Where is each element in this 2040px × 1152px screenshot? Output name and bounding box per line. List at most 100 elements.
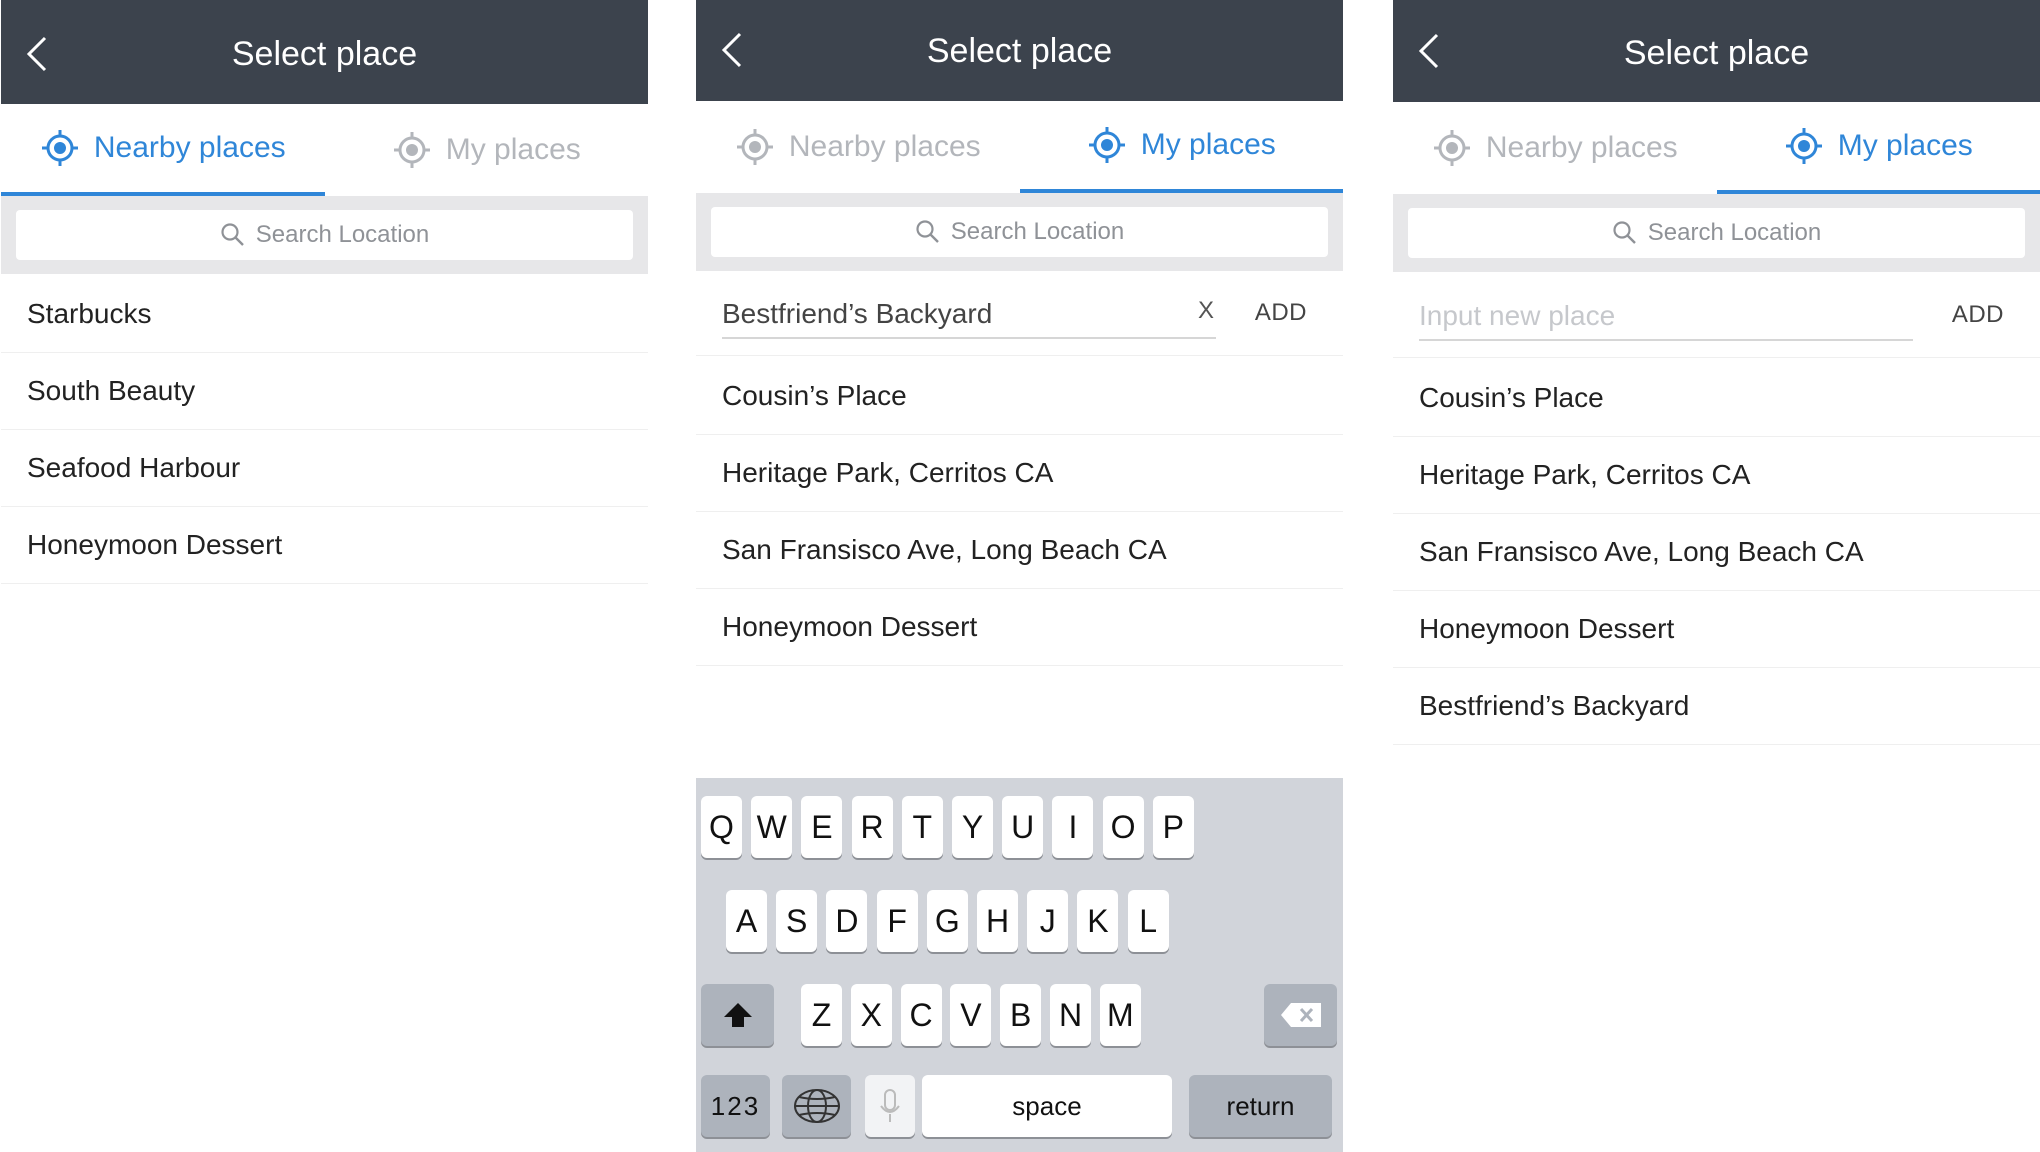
key-t[interactable]: T [901, 796, 943, 858]
search-placeholder: Search Location [1647, 219, 1822, 246]
tab-my-places[interactable]: My places [1716, 102, 2040, 194]
search-placeholder: Search Location [255, 221, 430, 248]
new-place-input[interactable] [1419, 293, 1913, 341]
list-item[interactable]: Bestfriend’s Backyard [1393, 668, 2040, 745]
key-c[interactable]: C [900, 984, 942, 1046]
screen-my-places: Select place Nearby places My places Sea… [1393, 0, 2040, 1152]
list-item[interactable]: Heritage Park, Cerritos CA [1393, 437, 2040, 514]
header: Select place [696, 0, 1343, 101]
key-w[interactable]: W [751, 796, 793, 858]
page-title: Select place [231, 35, 418, 73]
key-y[interactable]: Y [952, 796, 993, 858]
places-list: Cousin’s Place Heritage Park, Cerritos C… [1393, 360, 2040, 745]
list-item[interactable]: Cousin’s Place [696, 358, 1343, 435]
key-n[interactable]: N [1050, 984, 1091, 1046]
screen-nearby-places: Select place Nearby places My places Sea… [1, 0, 648, 1152]
page-title: Select place [926, 32, 1113, 70]
header: Select place [1, 0, 648, 104]
places-list: Cousin’s Place Heritage Park, Cerritos C… [696, 358, 1343, 666]
search-input[interactable]: Search Location [1408, 208, 2025, 258]
key-v[interactable]: V [950, 984, 992, 1046]
add-place-button[interactable]: ADD [1952, 301, 2004, 329]
key-x[interactable]: X [850, 984, 892, 1046]
search-bar: Search Location [1, 196, 648, 274]
search-bar: Search Location [1393, 194, 2040, 272]
key-g[interactable]: G [926, 890, 968, 952]
shift-key[interactable] [701, 984, 774, 1046]
list-item[interactable]: Seafood Harbour [1, 430, 648, 507]
new-place-row: X ADD [696, 273, 1343, 356]
add-place-button[interactable]: ADD [1255, 299, 1307, 327]
numbers-key[interactable]: 123 [701, 1075, 770, 1137]
location-target-icon [736, 129, 773, 165]
tab-my-places[interactable]: My places [325, 104, 649, 196]
tab-label: Nearby places [788, 130, 981, 163]
list-item[interactable]: Honeymoon Dessert [1393, 591, 2040, 668]
location-target-icon [1785, 128, 1822, 164]
header: Select place [1393, 0, 2040, 102]
globe-icon [793, 1089, 840, 1123]
delete-key[interactable] [1264, 984, 1337, 1046]
list-item[interactable]: San Fransisco Ave, Long Beach CA [696, 512, 1343, 589]
tab-bar: Nearby places My places [696, 101, 1343, 193]
key-b[interactable]: B [1000, 984, 1042, 1046]
return-key[interactable]: return [1189, 1075, 1332, 1137]
location-target-icon [1088, 127, 1125, 163]
location-target-icon [41, 130, 78, 166]
key-l[interactable]: L [1127, 890, 1169, 952]
search-input[interactable]: Search Location [711, 207, 1328, 257]
tab-bar: Nearby places My places [1393, 102, 2040, 194]
tab-label: Nearby places [93, 131, 286, 164]
tab-nearby-places[interactable]: Nearby places [1, 104, 325, 196]
microphone-icon [880, 1089, 900, 1122]
search-icon [1613, 221, 1636, 244]
key-h[interactable]: H [977, 890, 1018, 952]
list-item[interactable]: Honeymoon Dessert [1, 507, 648, 584]
tab-label: My places [1837, 129, 1973, 162]
key-e[interactable]: E [801, 796, 843, 858]
space-key[interactable]: space [922, 1075, 1172, 1137]
list-item[interactable]: Heritage Park, Cerritos CA [696, 435, 1343, 512]
key-a[interactable]: A [726, 890, 767, 952]
tab-nearby-places[interactable]: Nearby places [1393, 102, 1717, 194]
page-title: Select place [1623, 34, 1810, 72]
list-item[interactable]: Honeymoon Dessert [696, 589, 1343, 666]
key-p[interactable]: P [1152, 796, 1194, 858]
list-item[interactable]: South Beauty [1, 353, 648, 430]
key-u[interactable]: U [1002, 796, 1044, 858]
list-item[interactable]: San Fransisco Ave, Long Beach CA [1393, 514, 2040, 591]
key-s[interactable]: S [776, 890, 818, 952]
search-input[interactable]: Search Location [16, 210, 633, 260]
key-d[interactable]: D [826, 890, 868, 952]
tab-label: Nearby places [1485, 131, 1678, 164]
tab-label: My places [1140, 128, 1276, 161]
key-i[interactable]: I [1052, 796, 1094, 858]
search-bar: Search Location [696, 193, 1343, 271]
search-icon [916, 220, 939, 243]
list-item[interactable]: Starbucks [1, 276, 648, 353]
key-q[interactable]: Q [701, 796, 742, 858]
key-j[interactable]: J [1027, 890, 1069, 952]
tab-my-places[interactable]: My places [1019, 101, 1343, 193]
location-target-icon [1433, 130, 1470, 166]
new-place-input[interactable] [722, 291, 1216, 339]
microphone-key[interactable] [865, 1075, 915, 1137]
tab-bar: Nearby places My places [1, 104, 648, 196]
backspace-icon [1280, 1003, 1321, 1027]
screen-my-places-editing: Select place Nearby places My places Sea… [696, 0, 1343, 1152]
key-z[interactable]: Z [801, 984, 842, 1046]
places-list: Starbucks South Beauty Seafood Harbour H… [1, 276, 648, 584]
globe-key[interactable] [782, 1075, 851, 1137]
key-m[interactable]: M [1099, 984, 1141, 1046]
key-r[interactable]: R [851, 796, 893, 858]
on-screen-keyboard: QWERTYUIOP ASDFGHJKL ZXCVBNM 123 space r… [696, 778, 1343, 1152]
key-f[interactable]: F [876, 890, 918, 952]
tab-nearby-places[interactable]: Nearby places [696, 101, 1020, 193]
key-o[interactable]: O [1102, 796, 1144, 858]
search-icon [221, 223, 244, 246]
tab-label: My places [445, 133, 581, 166]
location-target-icon [393, 132, 430, 168]
clear-input-button[interactable]: X [1198, 297, 1214, 325]
key-k[interactable]: K [1077, 890, 1119, 952]
list-item[interactable]: Cousin’s Place [1393, 360, 2040, 437]
